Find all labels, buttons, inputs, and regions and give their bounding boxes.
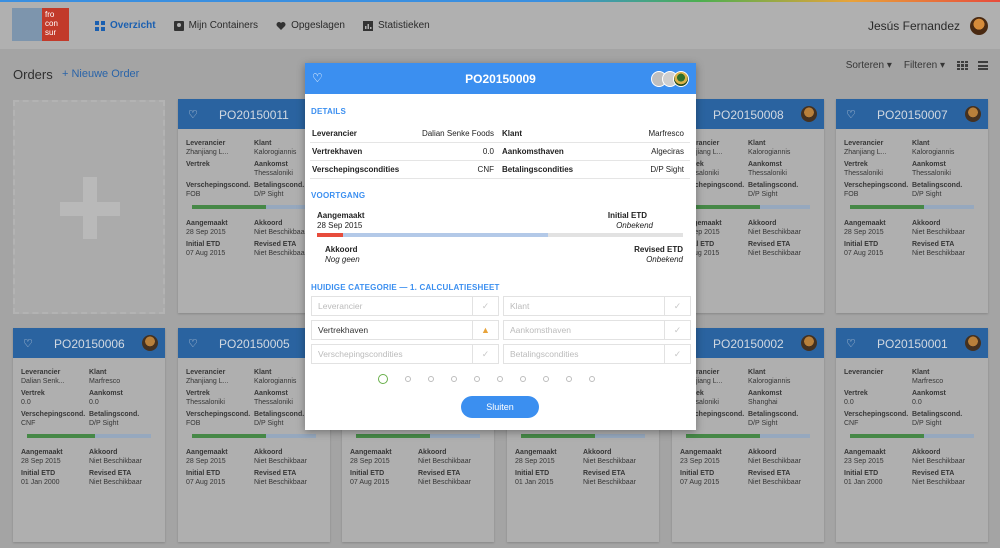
step-dot[interactable] — [543, 376, 549, 382]
field-label: Betalingscondities — [510, 349, 579, 359]
nav-overzicht[interactable]: Overzicht — [95, 20, 156, 31]
details-row: Leverancier Dalian Senke Foods Klant Marfr… — [310, 125, 690, 143]
betalingscondities-field[interactable]: Betalingscondities ✓ — [503, 344, 691, 364]
field-label: Vertrekhaven — [318, 325, 369, 335]
user-name: Jesús Fernandez — [867, 18, 960, 33]
field-label: Aankomsthaven — [510, 325, 571, 335]
detail-value: Marfresco — [648, 129, 684, 138]
vertrekhaven-field[interactable]: Vertrekhaven ▲ — [311, 320, 499, 340]
modal-title: PO20150009 — [465, 72, 536, 86]
progress-bar-fill — [317, 233, 548, 237]
heart-icon — [276, 21, 286, 30]
detail-value: Dalian Senke Foods — [421, 129, 494, 138]
nav-label: Opgeslagen — [291, 20, 345, 31]
step-dot[interactable] — [566, 376, 572, 382]
detail-key: Aankomsthaven — [502, 147, 564, 156]
category-fields: Leverancier ✓ Klant ✓ Vertrekhaven ▲ Aankom… — [311, 296, 691, 368]
nav-mijn-containers[interactable]: Mijn Containers — [173, 20, 259, 31]
created-date: 28 Sep 2015 — [317, 221, 363, 230]
detail-key: Leverancier — [312, 129, 357, 138]
dashboard-icon — [95, 20, 105, 31]
detail-key: Verschepingscondities — [312, 165, 400, 174]
top-navbar: fro con sur Overzicht Mijn Containers Opge… — [0, 2, 1000, 49]
check-icon[interactable]: ✓ — [664, 297, 690, 315]
step-dot[interactable] — [451, 376, 457, 382]
details-row: Vertrekhaven 0.0 Aankomsthaven Algeciras — [310, 143, 690, 161]
nav-opgeslagen[interactable]: Opgeslagen — [276, 20, 345, 31]
progress-bar-current — [317, 233, 343, 237]
user-avatar — [970, 16, 988, 35]
avatar — [673, 71, 689, 87]
revised-etd-value: Onbekend — [646, 255, 683, 264]
detail-key: Vertrekhaven — [312, 147, 363, 156]
field-label: Leverancier — [318, 301, 363, 311]
frosur-logo[interactable]: fro con sur — [12, 8, 69, 41]
leverancier-field[interactable]: Leverancier ✓ — [311, 296, 499, 316]
step-pagination — [378, 374, 595, 384]
nav-label: Overzicht — [110, 20, 156, 31]
check-icon[interactable]: ✓ — [664, 345, 690, 363]
chart-icon — [363, 20, 373, 31]
nav-label: Mijn Containers — [188, 20, 259, 31]
revised-etd-label: Revised ETD — [634, 245, 683, 254]
step-dot[interactable] — [378, 374, 388, 384]
initial-etd-value: Onbekend — [616, 221, 653, 230]
created-label: Aangemaakt — [317, 211, 365, 220]
collaborator-avatars — [651, 71, 689, 87]
initial-etd-label: Initial ETD — [607, 211, 647, 220]
step-dot[interactable] — [589, 376, 595, 382]
category-section-label: HUIDIGE CATEGORIE — 1. CALCULATIESHEET — [311, 283, 500, 292]
containers-icon — [173, 20, 184, 31]
akkoord-label: Akkoord — [325, 245, 358, 254]
klant-field[interactable]: Klant ✓ — [503, 296, 691, 316]
field-label: Verschepingscondities — [318, 349, 403, 359]
aankomsthaven-field[interactable]: Aankomsthaven ✓ — [503, 320, 691, 340]
step-dot[interactable] — [520, 376, 526, 382]
details-table: Leverancier Dalian Senke Foods Klant Marfr… — [310, 125, 690, 179]
detail-value: 0.0 — [482, 147, 494, 156]
detail-key: Klant — [502, 129, 522, 138]
details-section-label: DETAILS — [311, 107, 347, 116]
logo-image — [12, 8, 42, 41]
order-detail-modal: ♡ PO20150009 DETAILS Leverancier Dalian S… — [305, 63, 696, 430]
nav-label: Statistieken — [378, 20, 430, 31]
step-dot[interactable] — [474, 376, 480, 382]
detail-value: Algeciras — [651, 147, 684, 156]
modal-header: ♡ PO20150009 — [305, 63, 696, 94]
check-icon[interactable]: ✓ — [472, 297, 498, 315]
check-icon[interactable]: ✓ — [664, 321, 690, 339]
logo-text: fro con sur — [42, 8, 69, 41]
user-menu[interactable]: Jesús Fernandez — [868, 2, 988, 49]
progress-section-label: VOORTGANG — [311, 191, 366, 200]
main-nav: Overzicht Mijn Containers Opgeslagen Sta… — [95, 2, 430, 49]
step-dot[interactable] — [405, 376, 411, 382]
check-icon[interactable]: ✓ — [472, 345, 498, 363]
detail-value: CNF — [477, 165, 494, 174]
details-row: Verschepingscondities CNF Betalingscondit… — [310, 161, 690, 179]
field-label: Klant — [510, 301, 530, 311]
progress-bar — [317, 233, 683, 237]
detail-key: Betalingscondities — [502, 165, 574, 174]
verschepingscondities-field[interactable]: Verschepingscondities ✓ — [311, 344, 499, 364]
nav-statistieken[interactable]: Statistieken — [363, 20, 430, 31]
detail-value: D/P Sight — [650, 165, 684, 174]
step-dot[interactable] — [497, 376, 503, 382]
warning-icon[interactable]: ▲ — [472, 321, 498, 339]
step-dot[interactable] — [428, 376, 434, 382]
akkoord-value: Nog geen — [325, 255, 360, 264]
close-button[interactable]: Sluiten — [461, 396, 539, 418]
